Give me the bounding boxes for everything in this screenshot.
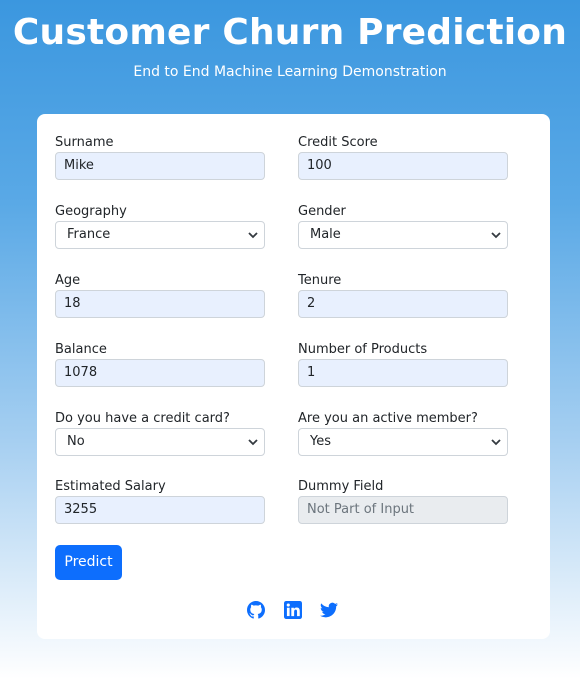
credit-score-label: Credit Score [298,135,378,150]
estimated-salary-input[interactable]: 3255 [55,496,265,524]
balance-field: Balance 1078 [55,342,265,387]
dummy-field: Dummy Field Not Part of Input [298,479,508,524]
num-products-label: Number of Products [298,342,428,357]
balance-input[interactable]: 1078 [55,359,265,387]
chevron-down-icon [248,232,258,239]
tenure-label: Tenure [298,273,342,288]
predict-button[interactable]: Predict [55,545,122,580]
dummy-field-label: Dummy Field [298,479,384,494]
surname-label: Surname [55,135,114,150]
page-subtitle: End to End Machine Learning Demonstratio… [133,64,447,80]
gender-label: Gender [298,204,346,219]
gender-select[interactable]: Male [298,221,508,249]
tenure-field: Tenure 2 [298,273,508,318]
github-icon[interactable] [247,601,265,619]
credit-score-field: Credit Score 100 [298,135,508,180]
chevron-down-icon [491,439,501,446]
active-member-field: Are you an active member? Yes [298,411,508,456]
surname-input[interactable]: Mike [55,152,265,180]
tenure-input[interactable]: 2 [298,290,508,318]
active-member-select[interactable]: Yes [298,428,508,456]
linkedin-icon[interactable] [284,601,302,619]
credit-card-field: Do you have a credit card? No [55,411,265,456]
age-input[interactable]: 18 [55,290,265,318]
form-card: Surname Mike Credit Score 100 Geography … [37,114,550,639]
dummy-field-input: Not Part of Input [298,496,508,524]
num-products-field: Number of Products 1 [298,342,508,387]
credit-score-input[interactable]: 100 [298,152,508,180]
credit-card-select[interactable]: No [55,428,265,456]
estimated-salary-label: Estimated Salary [55,479,166,494]
credit-card-label: Do you have a credit card? [55,411,230,426]
active-member-value: Yes [310,434,331,449]
surname-field: Surname Mike [55,135,265,180]
geography-select[interactable]: France [55,221,265,249]
active-member-label: Are you an active member? [298,411,478,426]
page-title: Customer Churn Prediction [12,12,568,53]
gender-field: Gender Male [298,204,508,249]
chevron-down-icon [248,439,258,446]
geography-value: France [67,227,111,242]
num-products-input[interactable]: 1 [298,359,508,387]
geography-label: Geography [55,204,127,219]
balance-label: Balance [55,342,107,357]
credit-card-value: No [67,434,85,449]
geography-field: Geography France [55,204,265,249]
twitter-icon[interactable] [320,601,338,619]
chevron-down-icon [491,232,501,239]
estimated-salary-field: Estimated Salary 3255 [55,479,265,524]
gender-value: Male [310,227,341,242]
age-label: Age [55,273,81,288]
age-field: Age 18 [55,273,265,318]
